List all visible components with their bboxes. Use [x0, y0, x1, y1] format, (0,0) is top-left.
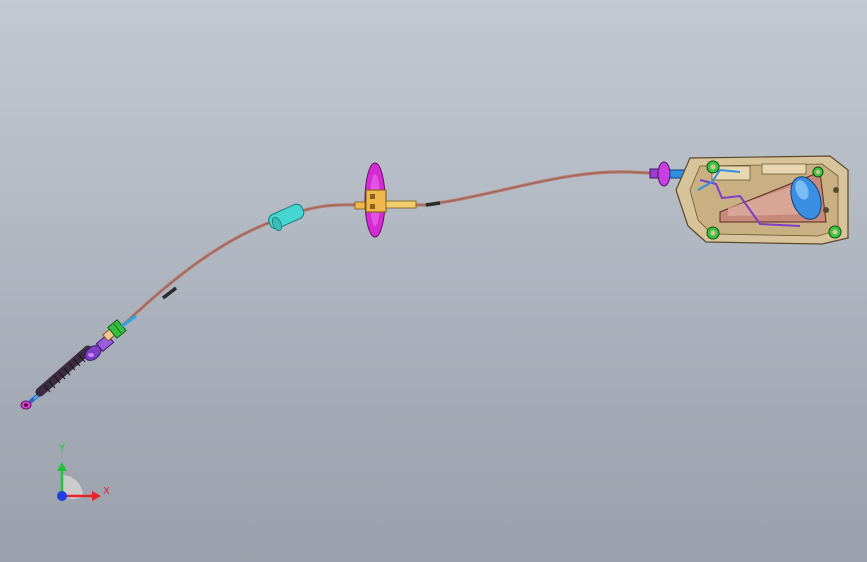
- coordinate-triad: [57, 462, 101, 501]
- bellows-boot[interactable]: [35, 345, 93, 397]
- x-axis-label: X: [103, 486, 110, 497]
- y-axis-label: Y: [59, 443, 66, 454]
- bulkhead-grommet[interactable]: [354, 162, 417, 238]
- z-axis-dot: [57, 491, 67, 501]
- cable-sleeve[interactable]: [267, 202, 306, 232]
- gear-shifter-housing[interactable]: [675, 155, 849, 245]
- cable-assembly-model[interactable]: [0, 0, 867, 562]
- cad-viewport[interactable]: X Y: [0, 0, 867, 562]
